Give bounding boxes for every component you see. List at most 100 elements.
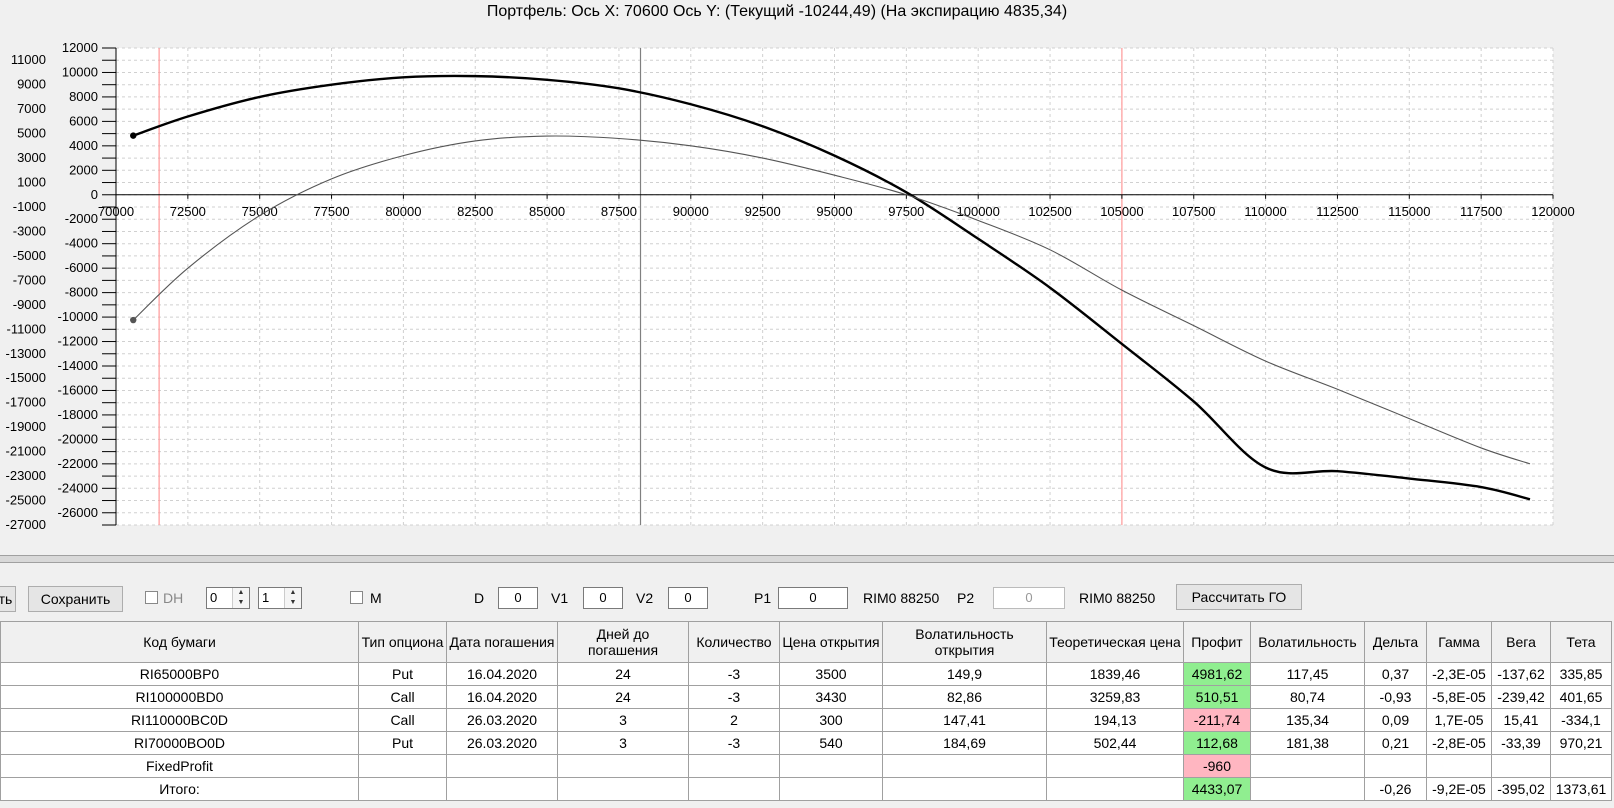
cell-delta[interactable]: 0,09 (1364, 708, 1427, 732)
cell-type[interactable]: Put (358, 662, 447, 686)
cell-vega[interactable]: -395,02 (1491, 777, 1551, 801)
cell-delta[interactable] (1364, 754, 1427, 778)
cell-profit[interactable]: 4433,07 (1183, 777, 1251, 801)
cell-days[interactable]: 24 (557, 662, 689, 686)
cell-type[interactable]: Call (358, 685, 447, 709)
p1-input[interactable]: 0 (778, 587, 848, 609)
column-header[interactable]: Дата погашения (446, 621, 558, 663)
cell-vol[interactable] (1250, 777, 1365, 801)
cell-vega[interactable]: -137,62 (1491, 662, 1551, 686)
cell-days[interactable] (557, 754, 689, 778)
cell-theta[interactable]: 1373,61 (1550, 777, 1612, 801)
cell-date[interactable] (446, 754, 558, 778)
column-header[interactable]: Волатильность открытия (882, 621, 1047, 663)
cell-date[interactable]: 16.04.2020 (446, 662, 558, 686)
cell-theo[interactable]: 194,13 (1046, 708, 1184, 732)
cell-open-price[interactable]: 300 (779, 708, 883, 732)
calculate-margin-button[interactable]: Рассчитать ГО (1176, 584, 1302, 610)
column-header[interactable]: Тета (1550, 621, 1612, 663)
cell-delta[interactable]: 0,21 (1364, 731, 1427, 755)
cell-theo[interactable]: 1839,46 (1046, 662, 1184, 686)
cell-qty[interactable] (688, 754, 780, 778)
m-checkbox[interactable] (350, 591, 363, 604)
cell-code[interactable]: Итого: (0, 777, 359, 801)
cell-qty[interactable]: -3 (688, 662, 780, 686)
cell-qty[interactable]: -3 (688, 685, 780, 709)
cell-open-vol[interactable]: 149,9 (882, 662, 1047, 686)
cell-open-vol[interactable] (882, 777, 1047, 801)
cell-type[interactable]: Call (358, 708, 447, 732)
cell-open-price[interactable]: 3500 (779, 662, 883, 686)
cell-theta[interactable] (1550, 754, 1612, 778)
spin-1-arrows[interactable]: ▲ ▼ (232, 588, 249, 608)
cut-off-button[interactable]: ть (0, 586, 16, 612)
cell-gamma[interactable]: -9,2E-05 (1426, 777, 1492, 801)
cell-theta[interactable]: -334,1 (1550, 708, 1612, 732)
cell-type[interactable] (358, 777, 447, 801)
spin-input-1[interactable]: 0 ▲ ▼ (206, 587, 250, 609)
cell-code[interactable]: RI100000BD0 (0, 685, 359, 709)
cell-theo[interactable] (1046, 777, 1184, 801)
cell-vega[interactable]: -33,39 (1491, 731, 1551, 755)
cell-days[interactable]: 3 (557, 731, 689, 755)
cell-gamma[interactable]: -2,8E-05 (1426, 731, 1492, 755)
cell-theo[interactable] (1046, 754, 1184, 778)
cell-open-vol[interactable]: 147,41 (882, 708, 1047, 732)
cell-profit[interactable]: 4981,62 (1183, 662, 1251, 686)
cell-gamma[interactable]: -2,3E-05 (1426, 662, 1492, 686)
column-header[interactable]: Дней до погашения (557, 621, 689, 663)
cell-delta[interactable]: -0,26 (1364, 777, 1427, 801)
save-button[interactable]: Сохранить (28, 586, 123, 612)
cell-delta[interactable]: -0,93 (1364, 685, 1427, 709)
cell-profit[interactable]: 112,68 (1183, 731, 1251, 755)
cell-code[interactable]: RI70000BO0D (0, 731, 359, 755)
cell-gamma[interactable]: 1,7E-05 (1426, 708, 1492, 732)
cell-theta[interactable]: 401,65 (1550, 685, 1612, 709)
table-row[interactable]: Итого: 4433,07 -0,26 -9,2E-05 -395,02 1373,61 (0, 777, 1612, 801)
cell-theta[interactable]: 335,85 (1550, 662, 1612, 686)
cell-date[interactable]: 16.04.2020 (446, 685, 558, 709)
dh-checkbox[interactable] (145, 591, 158, 604)
cell-qty[interactable]: -3 (688, 731, 780, 755)
cell-qty[interactable] (688, 777, 780, 801)
table-row[interactable]: RI100000BD0 Call 16.04.2020 24 -3 3430 82,86 32… (0, 685, 1612, 709)
cell-days[interactable]: 24 (557, 685, 689, 709)
splitter-bar[interactable] (0, 555, 1614, 563)
table-row[interactable]: RI65000BP0 Put 16.04.2020 24 -3 3500 149,9 1839… (0, 662, 1612, 686)
cell-type[interactable]: Put (358, 731, 447, 755)
cell-profit[interactable]: -211,74 (1183, 708, 1251, 732)
cell-vol[interactable]: 135,34 (1250, 708, 1365, 732)
cell-open-price[interactable] (779, 777, 883, 801)
table-row[interactable]: RI110000BC0D Call 26.03.2020 3 2 300 147,41 194… (0, 708, 1612, 732)
table-row[interactable]: FixedProfit -960 (0, 754, 1612, 778)
column-header[interactable]: Профит (1183, 621, 1251, 663)
cell-open-price[interactable] (779, 754, 883, 778)
spin-input-2[interactable]: 1 ▲ ▼ (258, 587, 302, 609)
column-header[interactable]: Теоретическая цена (1046, 621, 1184, 663)
cell-gamma[interactable]: -5,8E-05 (1426, 685, 1492, 709)
spin-2-arrows[interactable]: ▲ ▼ (284, 588, 301, 608)
cell-days[interactable]: 3 (557, 708, 689, 732)
cell-open-vol[interactable]: 82,86 (882, 685, 1047, 709)
cell-vol[interactable]: 80,74 (1250, 685, 1365, 709)
cell-code[interactable]: FixedProfit (0, 754, 359, 778)
cell-code[interactable]: RI65000BP0 (0, 662, 359, 686)
column-header[interactable]: Вега (1491, 621, 1551, 663)
column-header[interactable]: Гамма (1426, 621, 1492, 663)
column-header[interactable]: Цена открытия (779, 621, 883, 663)
column-header[interactable]: Тип опциона (358, 621, 447, 663)
cell-type[interactable] (358, 754, 447, 778)
cell-date[interactable]: 26.03.2020 (446, 708, 558, 732)
cell-date[interactable]: 26.03.2020 (446, 731, 558, 755)
cell-code[interactable]: RI110000BC0D (0, 708, 359, 732)
cell-vega[interactable]: 15,41 (1491, 708, 1551, 732)
v1-input[interactable]: 0 (583, 587, 623, 609)
cell-vol[interactable]: 117,45 (1250, 662, 1365, 686)
cell-theta[interactable]: 970,21 (1550, 731, 1612, 755)
cell-theo[interactable]: 502,44 (1046, 731, 1184, 755)
cell-open-vol[interactable] (882, 754, 1047, 778)
column-header[interactable]: Количество (688, 621, 780, 663)
cell-vol[interactable] (1250, 754, 1365, 778)
cell-profit[interactable]: -960 (1183, 754, 1251, 778)
cell-vol[interactable]: 181,38 (1250, 731, 1365, 755)
